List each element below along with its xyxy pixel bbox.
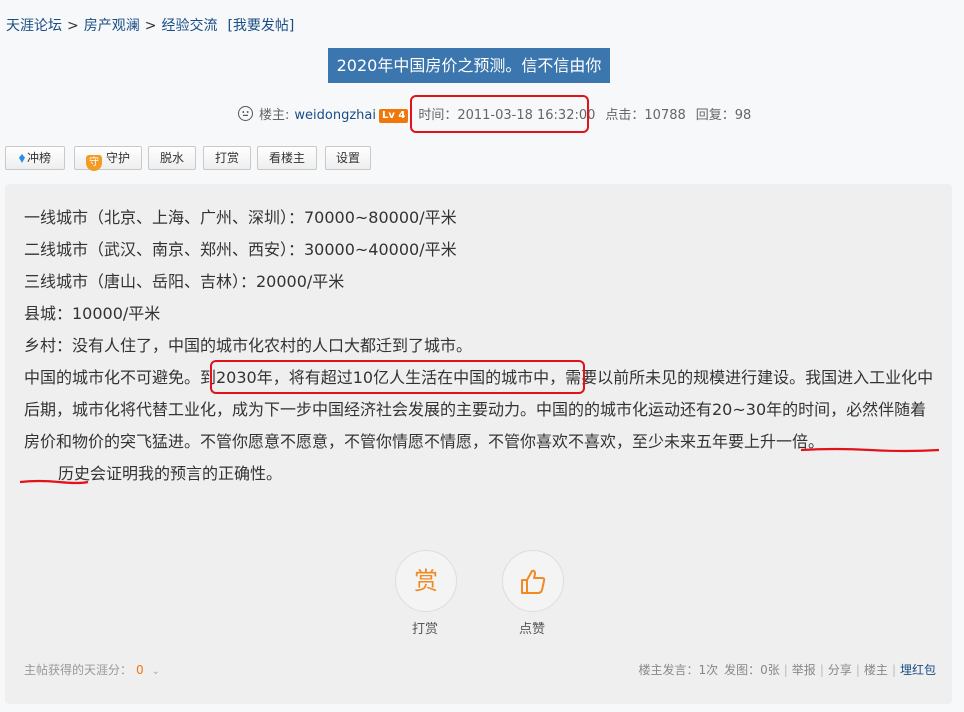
image-count: 发图：0张 (724, 663, 780, 677)
content-line: 历史会证明我的预言的正确性。 (58, 464, 283, 483)
tip-reward-label: 打赏 (411, 622, 438, 637)
score-value[interactable]: 0 (136, 663, 144, 677)
diamond-icon (18, 154, 25, 163)
chevron-down-icon[interactable]: ⌄ (152, 666, 160, 677)
content-line: 一线城市（北京、上海、广州、深圳）：70000~80000/平米 (24, 208, 457, 227)
breadcrumb-separator: > (144, 18, 157, 34)
like-label: 点赞 (518, 622, 545, 637)
op-link[interactable]: 楼主 (864, 663, 888, 677)
settings-button[interactable]: 设置 (325, 146, 371, 170)
content-line: 县城：10000/平米 (24, 304, 161, 323)
score-label: 主帖获得的天涯分： (24, 663, 133, 677)
guard-button-label: 守护 (105, 151, 130, 165)
post-body-panel: 一线城市（北京、上海、广州、深圳）：70000~80000/平米 二线城市（武汉… (5, 184, 952, 704)
like-button[interactable] (502, 550, 564, 612)
rank-button[interactable]: 冲榜 (5, 146, 65, 170)
op-post-count: 楼主发言：1次 (638, 663, 719, 677)
author-label: 楼主: (259, 108, 290, 123)
shield-icon: 守 (85, 155, 102, 171)
post-title: 2020年中国房价之预测。信不信由你 (328, 48, 610, 83)
breadcrumb: 天涯论坛 > 房产观澜 > 经验交流 [我要发帖] (6, 15, 294, 35)
rank-button-label: 冲榜 (26, 151, 51, 165)
red-underline (19, 479, 89, 485)
content-line: 三线城市（唐山、岳阳、吉林）：20000/平米 (24, 272, 345, 291)
red-packet-link[interactable]: 埋红包 (900, 663, 936, 677)
new-post-link[interactable]: [我要发帖] (227, 18, 294, 34)
thumbs-up-icon (521, 569, 546, 594)
red-underline (800, 447, 940, 453)
view-op-button[interactable]: 看楼主 (257, 146, 317, 170)
breadcrumb-section-link[interactable]: 经验交流 (161, 18, 217, 34)
author-link[interactable]: weidongzhai (294, 108, 376, 123)
highlight-box-2030 (210, 360, 585, 394)
post-actions: 楼主发言：1次 发图：0张 | 举报 | 分享 | 楼主 | 埋红包 (638, 663, 936, 677)
content-line: 乡村：没有人住了，中国的城市化农村的人口大都迁到了城市。 (24, 336, 473, 355)
time-highlight-box (410, 95, 589, 133)
dehydrate-button[interactable]: 脱水 (148, 146, 196, 170)
level-badge: Lv 4 (378, 109, 409, 123)
share-link[interactable]: 分享 (828, 663, 852, 677)
tip-button[interactable]: 打赏 (203, 146, 251, 170)
breadcrumb-separator: > (67, 18, 79, 34)
content-line: 二线城市（武汉、南京、郑州、西安）：30000~40000/平米 (24, 240, 457, 259)
breadcrumb-forum-link[interactable]: 天涯论坛 (6, 18, 62, 34)
tip-reward-button[interactable]: 赏 (395, 550, 457, 612)
guard-button[interactable]: 守守护 (74, 146, 142, 171)
score-info: 主帖获得的天涯分： 0 ⌄ (24, 661, 160, 678)
click-count: 点击：10788 (605, 108, 686, 123)
reply-count: 回复：98 (695, 108, 752, 123)
reward-icon: 赏 (414, 567, 438, 595)
report-link[interactable]: 举报 (792, 663, 816, 677)
breadcrumb-board-link[interactable]: 房产观澜 (84, 18, 140, 34)
smiley-icon (238, 106, 253, 121)
